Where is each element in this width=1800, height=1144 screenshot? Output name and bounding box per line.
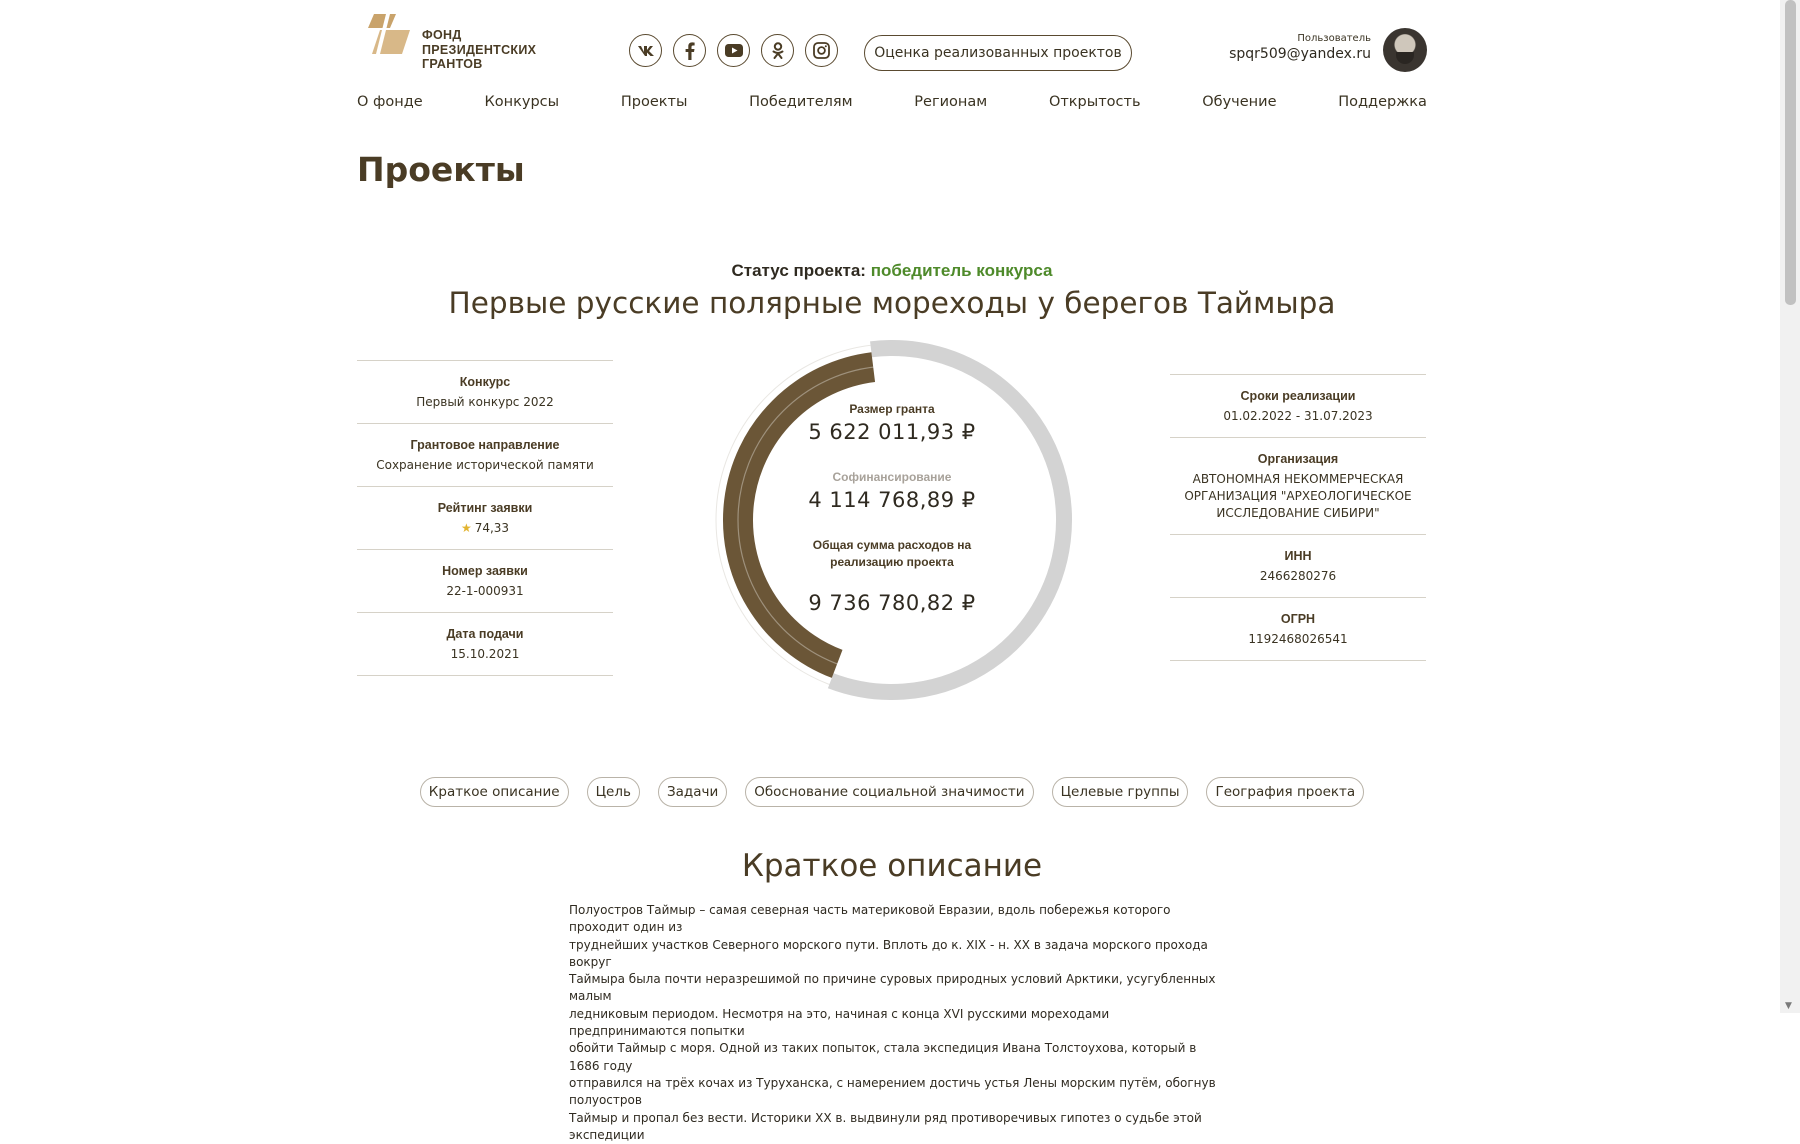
main-nav: О фонде Конкурсы Проекты Победителям Рег…	[357, 94, 1427, 110]
nav-item-education[interactable]: Обучение	[1202, 94, 1276, 110]
logo[interactable]: ФОНД ПРЕЗИДЕНТСКИХ ГРАНТОВ	[366, 14, 546, 74]
status-label: Статус проекта:	[731, 261, 866, 280]
info-label: Грантовое направление	[410, 438, 560, 452]
vk-icon[interactable]	[629, 34, 662, 67]
tab-target-groups[interactable]: Целевые группы	[1051, 777, 1189, 807]
youtube-icon[interactable]	[717, 34, 750, 67]
project-info-left: Конкурс Первый конкурс 2022 Грантовое на…	[357, 360, 613, 676]
info-label: Конкурс	[459, 375, 511, 389]
info-label: ОГРН	[1280, 612, 1316, 626]
tab-short-description[interactable]: Краткое описание	[419, 777, 569, 807]
social-links	[629, 34, 838, 67]
info-inn: ИНН 2466280276	[1170, 534, 1426, 597]
info-value: 15.10.2021	[450, 647, 520, 661]
project-status: Статус проекта: победитель конкурса	[0, 261, 1784, 281]
info-contest: Конкурс Первый конкурс 2022	[357, 360, 613, 423]
project-info-right: Сроки реализации 01.02.2022 - 31.07.2023…	[1170, 374, 1426, 661]
tab-social-significance[interactable]: Обоснование социальной значимости	[745, 777, 1034, 807]
user-label: Пользователь	[1297, 33, 1371, 44]
finance-donut: Размер гранта 5 622 011,93 ₽ Софинансиро…	[708, 336, 1076, 704]
grant-label: Размер гранта	[849, 402, 935, 416]
info-value-rating: ★ 74,33	[363, 520, 607, 537]
info-application-number: Номер заявки 22-1-000931	[357, 549, 613, 612]
description-line: труднейших участков Северного морского п…	[569, 937, 1208, 969]
info-label: Рейтинг заявки	[437, 501, 533, 515]
section-tabs: Краткое описание Цель Задачи Обоснование…	[0, 777, 1784, 807]
info-value: 1192468026541	[1248, 632, 1348, 646]
total-label-line2: реализацию проекта	[830, 555, 954, 569]
info-label: ИНН	[1284, 549, 1312, 563]
info-label: Дата подачи	[446, 627, 524, 641]
page-scrollbar[interactable]: ▼	[1780, 0, 1800, 1013]
info-value: 01.02.2022 - 31.07.2023	[1223, 409, 1373, 423]
grant-value: 5 622 011,93 ₽	[808, 420, 976, 444]
total-value: 9 736 780,82 ₽	[808, 591, 976, 615]
logo-text: ФОНД ПРЕЗИДЕНТСКИХ ГРАНТОВ	[422, 28, 536, 72]
logo-text-line: ПРЕЗИДЕНТСКИХ	[422, 42, 537, 57]
logo-text-line: ФОНД	[422, 28, 462, 42]
info-label: Организация	[1257, 452, 1339, 466]
instagram-icon[interactable]	[805, 34, 838, 67]
donut-center: Размер гранта 5 622 011,93 ₽ Софинансиро…	[708, 336, 1076, 704]
info-label: Сроки реализации	[1240, 389, 1356, 403]
avatar-beard	[1396, 52, 1414, 64]
status-value: победитель конкурса	[870, 261, 1053, 280]
facebook-icon[interactable]	[673, 34, 706, 67]
tab-goal[interactable]: Цель	[586, 777, 640, 807]
info-direction: Грантовое направление Сохранение историч…	[357, 423, 613, 486]
nav-item-projects[interactable]: Проекты	[621, 94, 688, 110]
nav-item-regions[interactable]: Регионам	[914, 94, 987, 110]
nav-item-support[interactable]: Поддержка	[1338, 94, 1427, 110]
star-icon: ★	[460, 521, 472, 535]
page-title: Проекты	[357, 150, 525, 189]
avatar[interactable]	[1383, 28, 1427, 72]
description-line: Полуостров Таймыр – самая северная часть…	[569, 903, 1171, 935]
logo-mark-icon	[366, 14, 414, 58]
project-title: Первые русские полярные мореходы у берег…	[448, 286, 1336, 320]
cofinancing-label: Софинансирование	[832, 470, 952, 484]
info-value: 2466280276	[1259, 569, 1337, 583]
info-ogrn: ОГРН 1192468026541	[1170, 597, 1426, 661]
description-line: ледниковым периодом. Несмотря на это, на…	[569, 1006, 1110, 1039]
scrollbar-thumb[interactable]	[1785, 0, 1796, 305]
info-rating: Рейтинг заявки ★ 74,33	[357, 486, 613, 549]
logo-text-line: ГРАНТОВ	[422, 57, 483, 71]
section-title: Краткое описание	[741, 848, 1043, 884]
info-period: Сроки реализации 01.02.2022 - 31.07.2023	[1170, 374, 1426, 437]
total-label-line1: Общая сумма расходов на	[812, 538, 972, 552]
user-info[interactable]: Пользователь spqr509@yandex.ru	[1229, 33, 1371, 62]
tab-tasks[interactable]: Задачи	[657, 777, 728, 807]
evaluation-button[interactable]: Оценка реализованных проектов	[864, 35, 1132, 71]
odnoklassniki-icon[interactable]	[761, 34, 794, 67]
info-submission-date: Дата подачи 15.10.2021	[357, 612, 613, 676]
description-line: Таймыра была почти неразрешимой по причи…	[569, 972, 1216, 1004]
nav-item-openness[interactable]: Открытость	[1049, 94, 1141, 110]
info-value: Сохранение исторической памяти	[376, 458, 594, 472]
user-email[interactable]: spqr509@yandex.ru	[1229, 46, 1371, 62]
description-line: отправился на трёх кочах из Туруханска, …	[569, 1075, 1216, 1108]
page: ФОНД ПРЕЗИДЕНТСКИХ ГРАНТОВ Оценка реализ…	[0, 0, 1780, 1142]
tab-geography[interactable]: География проекта	[1206, 777, 1365, 807]
rating-value: 74,33	[474, 521, 510, 535]
nav-item-about[interactable]: О фонде	[357, 94, 423, 110]
info-organization: Организация АВТОНОМНАЯ НЕКОММЕРЧЕСКАЯ ОР…	[1170, 437, 1426, 534]
scroll-down-arrow-icon[interactable]: ▼	[1785, 1001, 1792, 1011]
nav-item-contests[interactable]: Конкурсы	[484, 94, 559, 110]
info-value: АВТОНОМНАЯ НЕКОММЕРЧЕСКАЯ ОРГАНИЗАЦИЯ "А…	[1184, 472, 1412, 520]
nav-item-winners[interactable]: Победителям	[749, 94, 852, 110]
cofinancing-value: 4 114 768,89 ₽	[808, 488, 976, 512]
info-value: 22-1-000931	[446, 584, 524, 598]
info-value: Первый конкурс 2022	[416, 395, 554, 409]
info-label: Номер заявки	[442, 564, 528, 578]
description-line: обойти Таймыр с моря. Одной из таких поп…	[569, 1041, 1197, 1073]
description-line: Таймыр и пропал без вести. Историки XX в…	[569, 1110, 1202, 1142]
section-description: Полуостров Таймыр – самая северная часть…	[569, 902, 1221, 1144]
